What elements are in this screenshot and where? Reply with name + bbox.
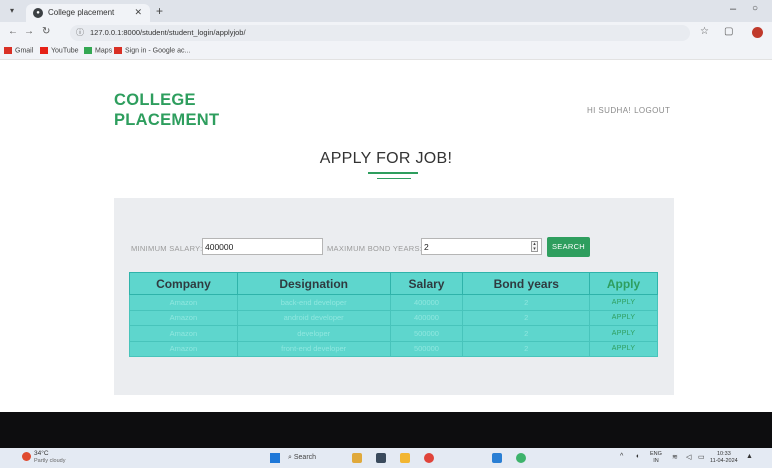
cell-salary: 400000: [389, 294, 464, 311]
max-bond-label: MAXIMUM BOND YEARS:: [327, 244, 423, 253]
table-row: Amazon android developer 400000 2 APPLY: [129, 309, 658, 326]
col-header-apply: Apply: [589, 272, 658, 295]
title-underline: [368, 172, 418, 174]
vscode-icon[interactable]: [492, 453, 502, 463]
user-links: HI SUDHA! LOGOUT: [587, 106, 673, 115]
cell-bond-years: 2: [462, 340, 591, 357]
bookmark-youtube[interactable]: YouTube: [40, 47, 79, 54]
taskbar-search[interactable]: ⌕ Search: [288, 451, 348, 465]
wifi-icon[interactable]: ≋: [672, 453, 678, 461]
apply-link[interactable]: APPLY: [589, 325, 658, 342]
table-row: Amazon front-end developer 500000 2 APPL…: [129, 340, 658, 357]
col-header-salary: Salary: [389, 272, 464, 295]
maps-icon: [84, 47, 92, 54]
tab-title: College placement: [48, 8, 115, 17]
bookmark-google-signin[interactable]: Sign in - Google ac...: [114, 47, 190, 54]
site-info-icon[interactable]: ⓘ: [76, 27, 84, 38]
notification-bell-icon[interactable]: ▲: [746, 453, 753, 460]
task-view-icon[interactable]: [376, 453, 386, 463]
bookmark-star-icon[interactable]: ☆: [700, 26, 709, 37]
col-header-designation: Designation: [236, 272, 391, 295]
back-icon[interactable]: ←: [8, 26, 18, 37]
cell-company: Amazon: [129, 309, 238, 326]
brand-line1: COLLEGE: [114, 91, 196, 109]
weather-desc: Partly cloudy: [34, 458, 66, 464]
cell-designation: front-end developer: [236, 340, 391, 357]
os-taskbar: 34°C Partly cloudy ⌕ Search ^ ◐ ENG IN ≋ …: [0, 448, 772, 468]
gmail-icon: [4, 47, 12, 54]
battery-icon[interactable]: ▭: [698, 453, 705, 461]
apply-link[interactable]: APPLY: [589, 340, 658, 357]
volume-icon[interactable]: ◁: [686, 453, 691, 461]
clock[interactable]: 10:33 11-04-2024: [710, 451, 738, 465]
weather-temp: 34°C: [34, 450, 49, 457]
windows-start-icon[interactable]: [270, 453, 280, 463]
cell-company: Amazon: [129, 294, 238, 311]
brand-line2: PLACEMENT: [114, 111, 220, 129]
url-field[interactable]: ⓘ 127.0.0.1:8000/student/student_login/a…: [70, 25, 690, 41]
cell-salary: 500000: [389, 325, 464, 342]
greeting-text: HI SUDHA!: [587, 106, 632, 115]
page-footer: [0, 412, 772, 448]
col-header-company: Company: [129, 272, 238, 295]
jobs-table: Company Designation Salary Bond years Ap…: [129, 272, 658, 357]
tab-search-icon[interactable]: ▾: [6, 5, 18, 17]
favicon-icon: ●: [33, 8, 43, 18]
widgets-icon[interactable]: [352, 453, 362, 463]
apply-link[interactable]: APPLY: [589, 294, 658, 311]
apply-link[interactable]: APPLY: [589, 309, 658, 326]
cell-designation: android developer: [236, 309, 391, 326]
col-header-bond-years: Bond years: [462, 272, 591, 295]
cell-salary: 500000: [389, 340, 464, 357]
logout-link[interactable]: LOGOUT: [634, 106, 670, 115]
chrome-icon[interactable]: [516, 453, 526, 463]
reload-icon[interactable]: ↻: [42, 26, 50, 37]
profile-avatar[interactable]: [752, 27, 763, 38]
cell-company: Amazon: [129, 325, 238, 342]
max-bond-input[interactable]: 2 ▴ ▾: [421, 238, 542, 255]
close-tab-icon[interactable]: ✕: [134, 7, 142, 18]
search-button[interactable]: SEARCH: [547, 237, 590, 257]
title-underline-short: [377, 178, 411, 179]
language-indicator[interactable]: ENG IN: [650, 451, 662, 465]
bookmark-maps[interactable]: Maps: [84, 47, 112, 54]
cell-bond-years: 2: [462, 325, 591, 342]
table-header-row: Company Designation Salary Bond years Ap…: [129, 272, 658, 295]
extensions-icon[interactable]: ▢: [724, 26, 733, 37]
min-salary-input[interactable]: 400000: [202, 238, 323, 255]
browser-tab-bar: ▾ ● College placement ✕ + – ○: [0, 0, 772, 22]
gmail-icon: [114, 47, 122, 54]
max-bond-value: 2: [424, 242, 429, 252]
site-logo[interactable]: COLLEGE PLACEMENT: [114, 90, 219, 130]
page-title: APPLY FOR JOB!: [319, 150, 453, 167]
cell-designation: back-end developer: [236, 294, 391, 311]
minimize-icon[interactable]: –: [730, 3, 736, 15]
number-stepper-icon[interactable]: ▴ ▾: [531, 241, 538, 252]
restore-icon[interactable]: ○: [752, 3, 758, 14]
weather-icon[interactable]: [22, 452, 31, 461]
new-tab-icon[interactable]: +: [156, 4, 163, 18]
app-icon[interactable]: [424, 453, 434, 463]
table-row: Amazon developer 500000 2 APPLY: [129, 325, 658, 342]
file-explorer-icon[interactable]: [400, 453, 410, 463]
tray-chevron-icon[interactable]: ^: [620, 453, 623, 460]
cell-company: Amazon: [129, 340, 238, 357]
table-row: Amazon back-end developer 400000 2 APPLY: [129, 294, 658, 311]
tray-app-icon[interactable]: ◐: [636, 453, 640, 460]
browser-tab[interactable]: ● College placement ✕: [26, 4, 150, 22]
bookmarks-bar: Gmail YouTube Maps Sign in - Google ac..…: [0, 44, 772, 60]
url-text: 127.0.0.1:8000/student/student_login/app…: [90, 28, 246, 37]
min-salary-label: MINIMUM SALARY:: [131, 244, 203, 253]
cell-bond-years: 2: [462, 294, 591, 311]
youtube-icon: [40, 47, 48, 54]
forward-icon[interactable]: →: [24, 26, 34, 37]
bookmark-gmail[interactable]: Gmail: [4, 47, 33, 54]
cell-bond-years: 2: [462, 309, 591, 326]
taskbar-search-label: Search: [293, 454, 317, 461]
cell-designation: developer: [236, 325, 391, 342]
address-bar-row: ← → ↻ ⓘ 127.0.0.1:8000/student/student_l…: [0, 22, 772, 44]
cell-salary: 400000: [389, 309, 464, 326]
